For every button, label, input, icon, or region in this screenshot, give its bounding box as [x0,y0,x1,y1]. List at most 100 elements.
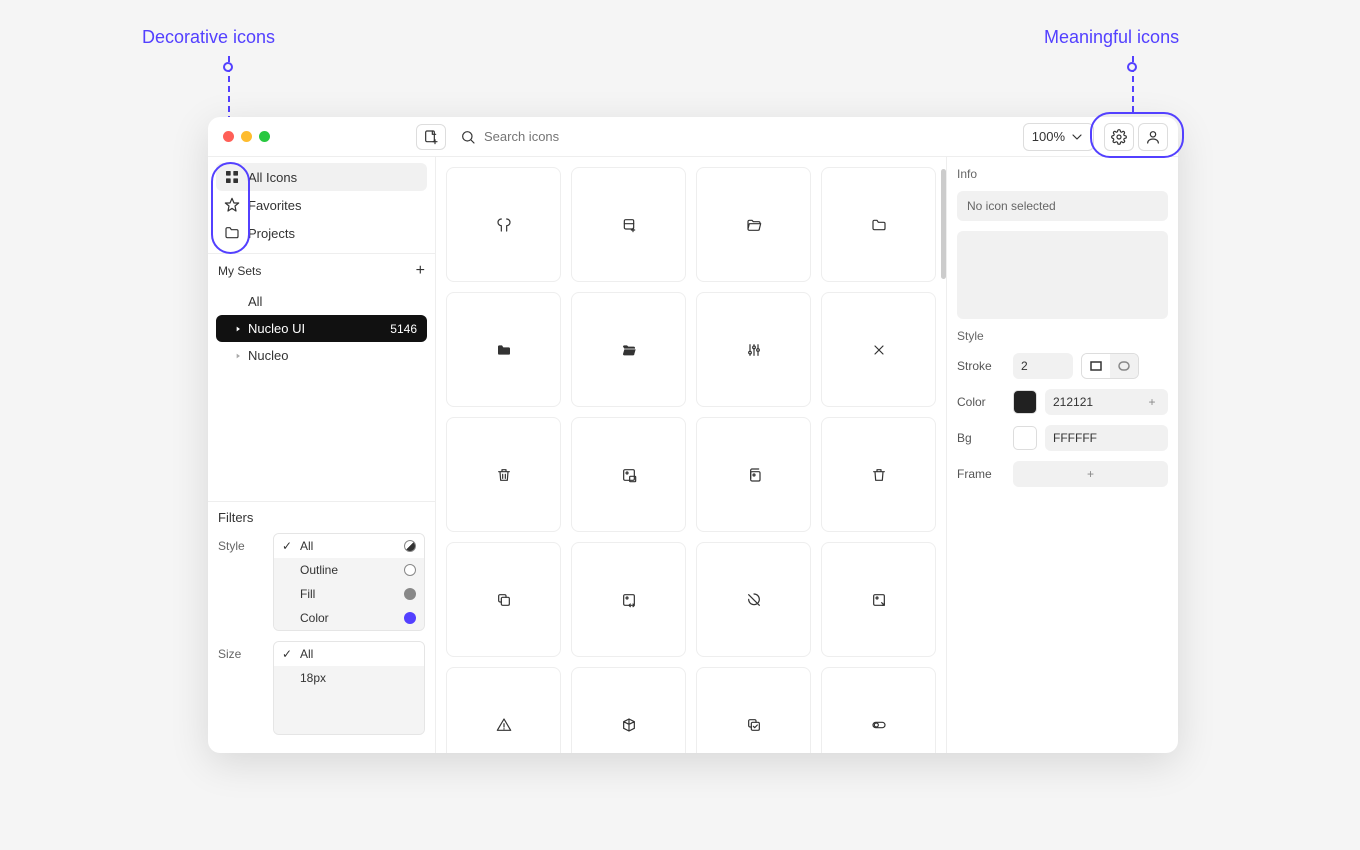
icon-grid-area[interactable] [436,157,946,753]
chevron-down-icon [1069,129,1085,145]
icon-cell[interactable] [696,292,811,407]
search-field[interactable] [452,129,1023,145]
image-code-icon [621,592,637,608]
icon-cell[interactable] [821,417,936,532]
folder-open-fill-icon [621,342,637,358]
stroke-cap-square[interactable] [1082,354,1110,378]
icon-cell[interactable] [571,167,686,282]
sidebar-item-label: Favorites [248,198,301,213]
swatch-color-icon [404,612,416,624]
bg-label: Bg [957,431,1005,445]
icon-cell[interactable] [696,417,811,532]
gear-icon [1111,129,1127,145]
filter-option-outline[interactable]: Outline [274,558,424,582]
copy-check-icon [746,717,762,733]
set-item-nucleo[interactable]: Nucleo [216,342,427,369]
cap-square-icon [1090,361,1102,371]
no-icon-message: No icon selected [957,191,1168,221]
icon-cell[interactable] [696,667,811,753]
filter-size-option-18px[interactable]: 18px [274,666,424,690]
maximize-window-button[interactable] [259,131,270,142]
set-item-nucleo-ui[interactable]: Nucleo UI 5146 [216,315,427,342]
set-label: Nucleo [248,348,288,363]
annotation-meaningful: Meaningful icons [1044,27,1179,48]
filters-title: Filters [218,510,425,525]
filter-size-option-all[interactable]: ✓ All [274,642,424,666]
icon-cell[interactable] [821,667,936,753]
icon-cell[interactable] [571,417,686,532]
icon-cell[interactable] [821,167,936,282]
my-sets-label: My Sets [218,264,261,278]
filter-option-fill[interactable]: Fill [274,582,424,606]
scrollbar[interactable] [941,169,946,279]
leaf-off-icon [746,592,762,608]
zoom-select[interactable]: 100% [1023,123,1094,151]
traffic-lights [223,131,270,142]
add-frame-button[interactable]: + [1013,461,1168,487]
add-color-button[interactable]: + [1144,395,1160,409]
filter-option-color[interactable]: Color [274,606,424,630]
icon-cell[interactable] [571,292,686,407]
sidebar-item-label: Projects [248,226,295,241]
caret-right-icon [234,352,242,360]
icon-cell[interactable] [821,542,936,657]
trash-outline-icon [871,467,887,483]
warning-icon [496,717,512,733]
import-button[interactable] [416,124,446,150]
close-icon [871,342,887,358]
grid-icon [224,169,240,185]
filter-style-options: ✓ All Outline Fill [273,533,425,631]
cube-icon [621,717,637,733]
sidebar-item-all-icons[interactable]: All Icons [216,163,427,191]
filter-option-all[interactable]: ✓ All [274,534,424,558]
filter-size-label: Size [218,641,273,661]
settings-button[interactable] [1104,123,1134,151]
sidebar-item-favorites[interactable]: Favorites [216,191,427,219]
 [871,217,887,233]
account-button[interactable] [1138,123,1168,151]
sidebar-item-projects[interactable]: Projects [216,219,427,247]
plus-icon: + [1083,467,1099,481]
icon-cell[interactable] [446,417,561,532]
icon-cell[interactable] [446,667,561,753]
wrench-icon [496,217,512,233]
close-window-button[interactable] [223,131,234,142]
icon-preview [957,231,1168,319]
filter-option-label: All [300,647,313,661]
folder-fill-icon [496,342,512,358]
add-set-button[interactable]: + [416,262,425,280]
app-window: 100% All Icons Favorites [208,117,1178,753]
stroke-value-input[interactable]: 2 [1013,353,1073,379]
frame-label: Frame [957,467,1005,481]
sidebar: All Icons Favorites Projects My Sets + [208,157,436,753]
color-chip[interactable] [1013,390,1037,414]
icon-cell[interactable] [821,292,936,407]
folder-icon [224,225,240,241]
icon-cell[interactable] [446,292,561,407]
color-value-input[interactable]: 212121 + [1045,389,1168,415]
style-heading: Style [957,329,1168,343]
minimize-window-button[interactable] [241,131,252,142]
filter-option-label: Color [300,611,329,625]
icon-cell[interactable] [696,542,811,657]
image-expand-icon [871,592,887,608]
stroke-cap-round[interactable] [1110,354,1138,378]
set-count: 5146 [390,322,417,336]
annotation-decorative: Decorative icons [142,27,275,48]
bg-chip[interactable] [1013,426,1037,450]
icon-cell[interactable] [571,542,686,657]
search-input[interactable] [484,129,1015,144]
trash-icon [496,467,512,483]
color-label: Color [957,395,1005,409]
icon-cell[interactable] [571,667,686,753]
icon-cell[interactable] [446,542,561,657]
icon-cell[interactable] [446,167,561,282]
connector-dot [223,62,233,72]
set-item-all[interactable]: All [216,288,427,315]
pill-icon [871,717,887,733]
icon-cell[interactable] [696,167,811,282]
star-icon [224,197,240,213]
bg-value-input[interactable]: FFFFFF [1045,425,1168,451]
swatch-fill-icon [404,588,416,600]
toolbar: 100% [208,117,1178,157]
